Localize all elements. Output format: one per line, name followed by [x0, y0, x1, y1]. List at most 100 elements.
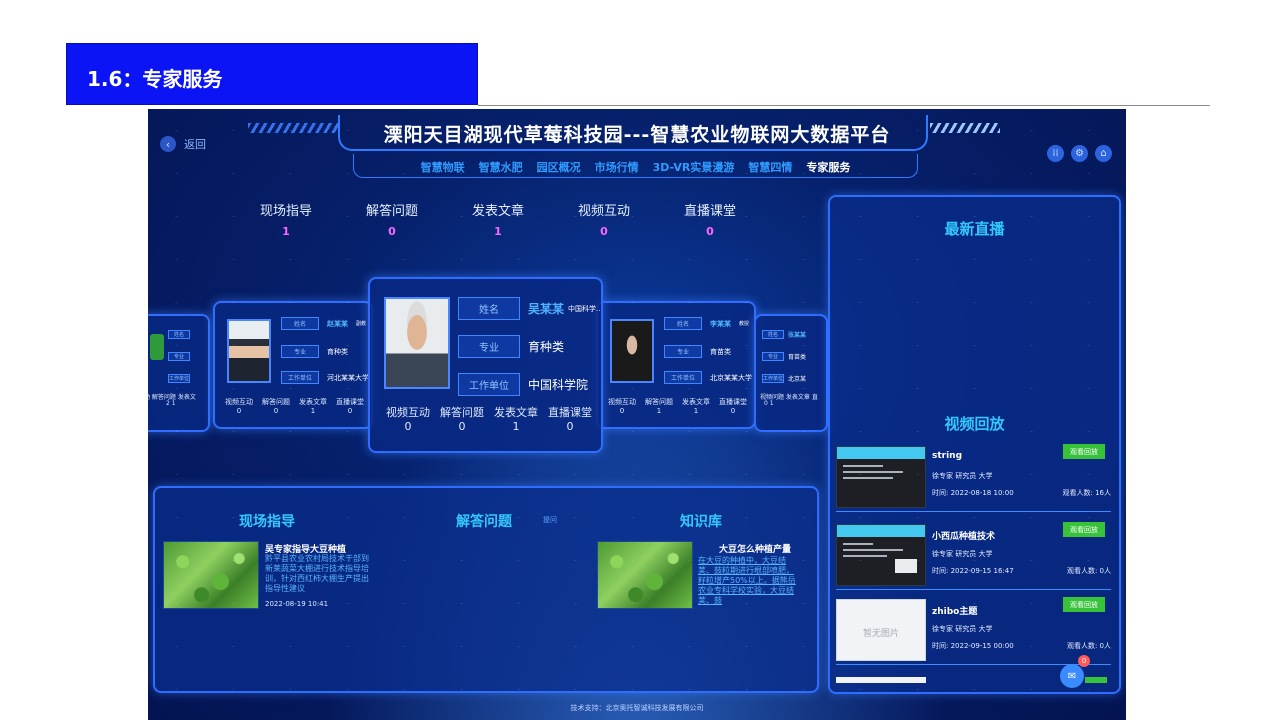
main-nav: 智慧物联 智慧水肥 园区概况 市场行情 3D-VR实景漫游 智慧四情 专家服务 [353, 154, 918, 178]
section-title-qa: 解答问题 [456, 514, 512, 530]
video-meta: 徐专家 研究员 大学 [932, 550, 993, 558]
expert-name: 吴某某 [528, 302, 565, 316]
home-icon[interactable]: ⌂ [1095, 145, 1112, 162]
field-major: 专业 育种类 [458, 335, 564, 358]
ask-question-link[interactable]: 提问 [543, 515, 557, 525]
expert-name: 李某某 [710, 319, 731, 328]
stat-value: 1 [282, 225, 290, 238]
expert-stats: 视频互动 0 解答问题 0 发表文章 1 直播课堂 0 [223, 397, 366, 415]
nav-item-iot[interactable]: 智慧物联 [421, 159, 465, 177]
expert-photo [610, 319, 654, 383]
expert-major: 育种类 [327, 347, 348, 356]
expert-card-far-right[interactable]: 姓名 张某某 专业 育苗类 工作单位 北京某 视频问题 发表文章 直 0 1 [754, 314, 828, 432]
field-tag-name: 姓名 [168, 330, 190, 339]
field-tag-unit: 工作单位 [664, 371, 702, 384]
video-thumbnail[interactable] [836, 524, 926, 586]
expert-title: 中国科学... [568, 304, 603, 313]
video-views: 观看人数: 0人 [1066, 642, 1111, 650]
video-thumbnail[interactable] [836, 446, 926, 508]
field-name: 姓名 李某某 教授 [664, 317, 749, 330]
expert-card-right[interactable]: 姓名 李某某 教授 专业 育苗类 工作单位 北京某某大学 视频互动 0 解答问题 1… [596, 301, 756, 429]
field-major: 专业 育苗类 [664, 345, 731, 358]
video-item[interactable]: 小西瓜种植技术 徐专家 研究员 大学 时间: 2022-09-15 16:47 … [836, 520, 1111, 590]
nav-item-expert-service[interactable]: 专家服务 [806, 159, 850, 177]
nav-item-park-overview[interactable]: 园区概况 [537, 159, 581, 177]
stat-value: 0 [273, 407, 279, 415]
field-tag-major: 专业 [281, 345, 319, 358]
video-thumbnail[interactable]: 暂无图片 [836, 599, 926, 661]
stats-row: 现场指导 1 解答问题 0 发表文章 1 视频互动 0 直播课堂 0 [233, 200, 763, 238]
video-time: 时间: 2022-08-18 10:00 [932, 489, 1014, 497]
watch-replay-button-partial[interactable] [1085, 677, 1107, 683]
watch-replay-button[interactable]: 观看回放 [1063, 522, 1105, 537]
knowledge-title[interactable]: 大豆怎么种植产量 [719, 542, 791, 555]
stat-articles: 发表文章 1 [445, 200, 551, 238]
stat-label: 直播课堂 [548, 406, 592, 419]
article-summary: 黔平县农业农村局技术干部到新莱蔬菜大棚进行技术指导培训，针对西红柿大棚生产提出指… [265, 554, 369, 593]
watch-replay-button[interactable]: 观看回放 [1063, 597, 1105, 612]
expert-stat: 发表文章 1 [492, 404, 540, 433]
stat-value: 1 [693, 407, 699, 415]
nav-item-fertigation[interactable]: 智慧水肥 [479, 159, 523, 177]
video-title: 小西瓜种植技术 [932, 532, 996, 542]
grid-icon[interactable]: ⁞⁞ [1047, 145, 1064, 162]
expert-stats: 视频互动 0 解答问题 1 发表文章 1 直播课堂 0 [606, 397, 749, 415]
knowledge-summary: 在大豆的种植中，大豆结荚、鼓粒期进行根部喷肥，籽粒增产50%以上。据熊岳农业专科… [698, 556, 796, 605]
video-title: string [932, 451, 963, 461]
stat-value: 0 [404, 420, 412, 433]
expert-stat: 直播课堂 0 [334, 397, 366, 415]
section-title-knowledge: 知识库 [680, 514, 722, 530]
stat-label: 发表文章 [494, 406, 538, 419]
expert-card-far-left[interactable]: 姓名 专业 工作单位 动 解答问题 发表文 2 1 [148, 314, 210, 432]
expert-card-featured[interactable]: 姓名 吴某某 中国科学... 专业 育种类 工作单位 中国科学院 视频互动 0 解… [368, 277, 603, 453]
video-title: zhibo主题 [932, 607, 978, 617]
stat-label: 解答问题 [645, 398, 673, 406]
stat-field-guide: 现场指导 1 [233, 200, 339, 238]
tech-support-footer: 技术支持：北京奥托智诚科技发展有限公司 [570, 704, 704, 712]
video-time: 时间: 2022-09-15 16:47 [932, 567, 1014, 575]
video-item[interactable]: 暂无图片 zhibo主题 徐专家 研究员 大学 时间: 2022-09-15 0… [836, 595, 1111, 665]
top-right-toolbar: ⁞⁞ ⚙ ⌂ [1047, 145, 1112, 162]
stat-value: 0 [458, 420, 466, 433]
nav-item-market[interactable]: 市场行情 [595, 159, 639, 177]
field-tag-unit: 工作单位 [168, 374, 190, 383]
video-item[interactable]: string 徐专家 研究员 大学 时间: 2022-08-18 10:00 观… [836, 442, 1111, 512]
slide-title: 1.6：专家服务 [66, 43, 478, 105]
expert-card-left[interactable]: 姓名 赵某某 副教 专业 育种类 工作单位 河北某某大学 视频互动 0 解答问题 0… [213, 301, 373, 429]
expert-stat: 解答问题 1 [643, 397, 675, 415]
stat-label: 发表文章 [299, 398, 327, 406]
expert-stat: 视频互动 0 [223, 397, 255, 415]
knowledge-thumbnail[interactable] [597, 541, 693, 609]
field-tag-unit: 工作单位 [458, 373, 520, 396]
field-name: 姓名 吴某某 中国科学... [458, 297, 603, 320]
right-panel: 最新直播 视频回放 string 徐专家 研究员 大学 时间: 2022-08-… [828, 195, 1121, 694]
message-fab[interactable]: ✉ [1060, 664, 1084, 688]
stat-value: 1 [310, 407, 316, 415]
nav-item-four-conditions[interactable]: 智慧四情 [748, 159, 792, 177]
bottom-panel: 现场指导 解答问题 提问 知识库 吴专家指导大豆种植 黔平县农业农村局技术干部到… [153, 486, 819, 693]
notification-badge: 0 [1078, 655, 1090, 667]
stat-value: 1 [512, 420, 520, 433]
field-tag-major: 专业 [168, 352, 190, 361]
stat-label: 直播课堂 [336, 398, 364, 406]
watch-replay-button[interactable]: 观看回放 [1063, 444, 1105, 459]
stat-value: 0 [566, 420, 574, 433]
slide-divider [478, 105, 1210, 106]
stat-video-interaction: 视频互动 0 [551, 200, 657, 238]
field-unit: 工作单位 北京某某大学 [664, 371, 752, 384]
expert-stat: 发表文章 1 [297, 397, 329, 415]
nav-item-vr-tour[interactable]: 3D-VR实景漫游 [653, 159, 735, 177]
field-unit: 工作单位 中国科学院 [458, 373, 588, 396]
field-tag-name: 姓名 [281, 317, 319, 330]
expert-stat: 直播课堂 0 [546, 404, 594, 433]
article-date: 2022-08-19 10:41 [265, 600, 329, 608]
field-major: 专业 育种类 [281, 345, 348, 358]
stat-value: 0 [347, 407, 353, 415]
stat-value: 0 [706, 225, 714, 238]
stat-label: 现场指导 [259, 204, 312, 219]
field-tag-name: 姓名 [458, 297, 520, 320]
settings-icon[interactable]: ⚙ [1071, 145, 1088, 162]
field-tag-name: 姓名 [664, 317, 702, 330]
stat-value: 0 [619, 407, 625, 415]
article-thumbnail[interactable] [163, 541, 259, 609]
